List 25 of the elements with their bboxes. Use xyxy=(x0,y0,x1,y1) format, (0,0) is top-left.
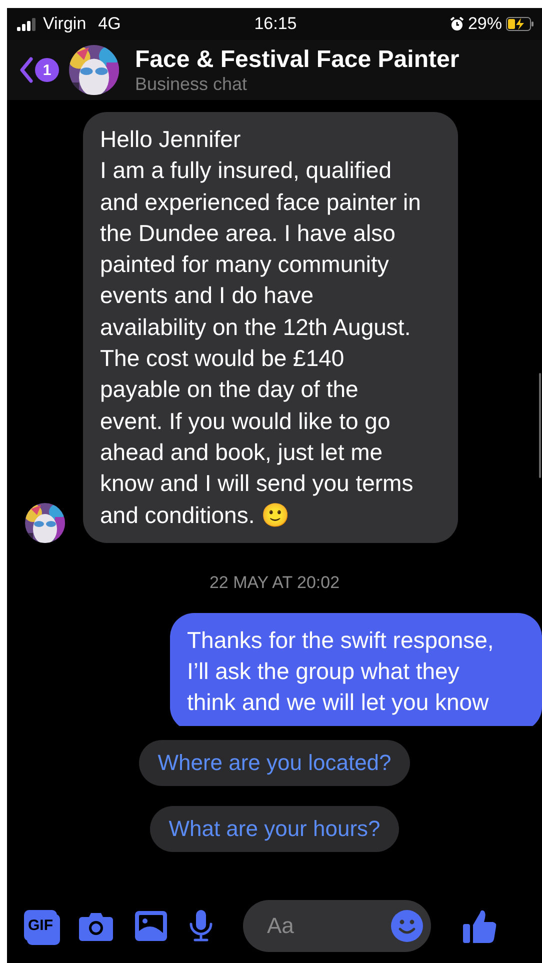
timestamp: 22 MAY AT 20:02 xyxy=(209,572,340,592)
chat-subtitle: Business chat xyxy=(135,74,248,94)
network-type: 4G xyxy=(98,14,121,34)
gif-button[interactable]: GIF xyxy=(24,910,57,941)
carrier-name: Virgin xyxy=(43,14,86,34)
clock-time: 16:15 xyxy=(254,14,297,33)
signal-icon xyxy=(17,18,37,30)
image-icon[interactable] xyxy=(135,910,167,940)
thumbs-up-icon[interactable] xyxy=(463,908,497,942)
quick-reply-button[interactable]: What are your hours? xyxy=(150,806,400,852)
quick-reply-button[interactable]: Where are you located? xyxy=(138,740,410,786)
camera-icon[interactable] xyxy=(79,910,113,940)
battery-percent: 29% xyxy=(468,14,502,34)
microphone-icon[interactable] xyxy=(189,910,213,942)
back-chevron-icon xyxy=(19,57,33,83)
outgoing-message: Thanks for the swift response, I’ll ask the group what they think and we will let you know xyxy=(170,612,542,726)
unread-count-badge: 1 xyxy=(35,58,59,82)
battery-charging-icon xyxy=(506,17,534,31)
incoming-message: Hello Jennifer I am a fully insured, qualified and experienced face painter in the Dundee area. I have also painted for many community events and I do have availability on the 12th August. The cost would be £140 payable on the day of the event. If you would like to go ahead and book, just let me know and I will send you terms and conditions. 🙂 xyxy=(83,112,458,543)
message-field[interactable]: Aa xyxy=(243,900,431,952)
chat-title: Face & Festival Face Painter xyxy=(135,46,460,74)
emoji-icon[interactable] xyxy=(391,910,423,942)
message-input[interactable]: Aa xyxy=(265,912,389,940)
alarm-icon xyxy=(450,17,464,31)
back-button[interactable]: 1 xyxy=(19,57,59,83)
